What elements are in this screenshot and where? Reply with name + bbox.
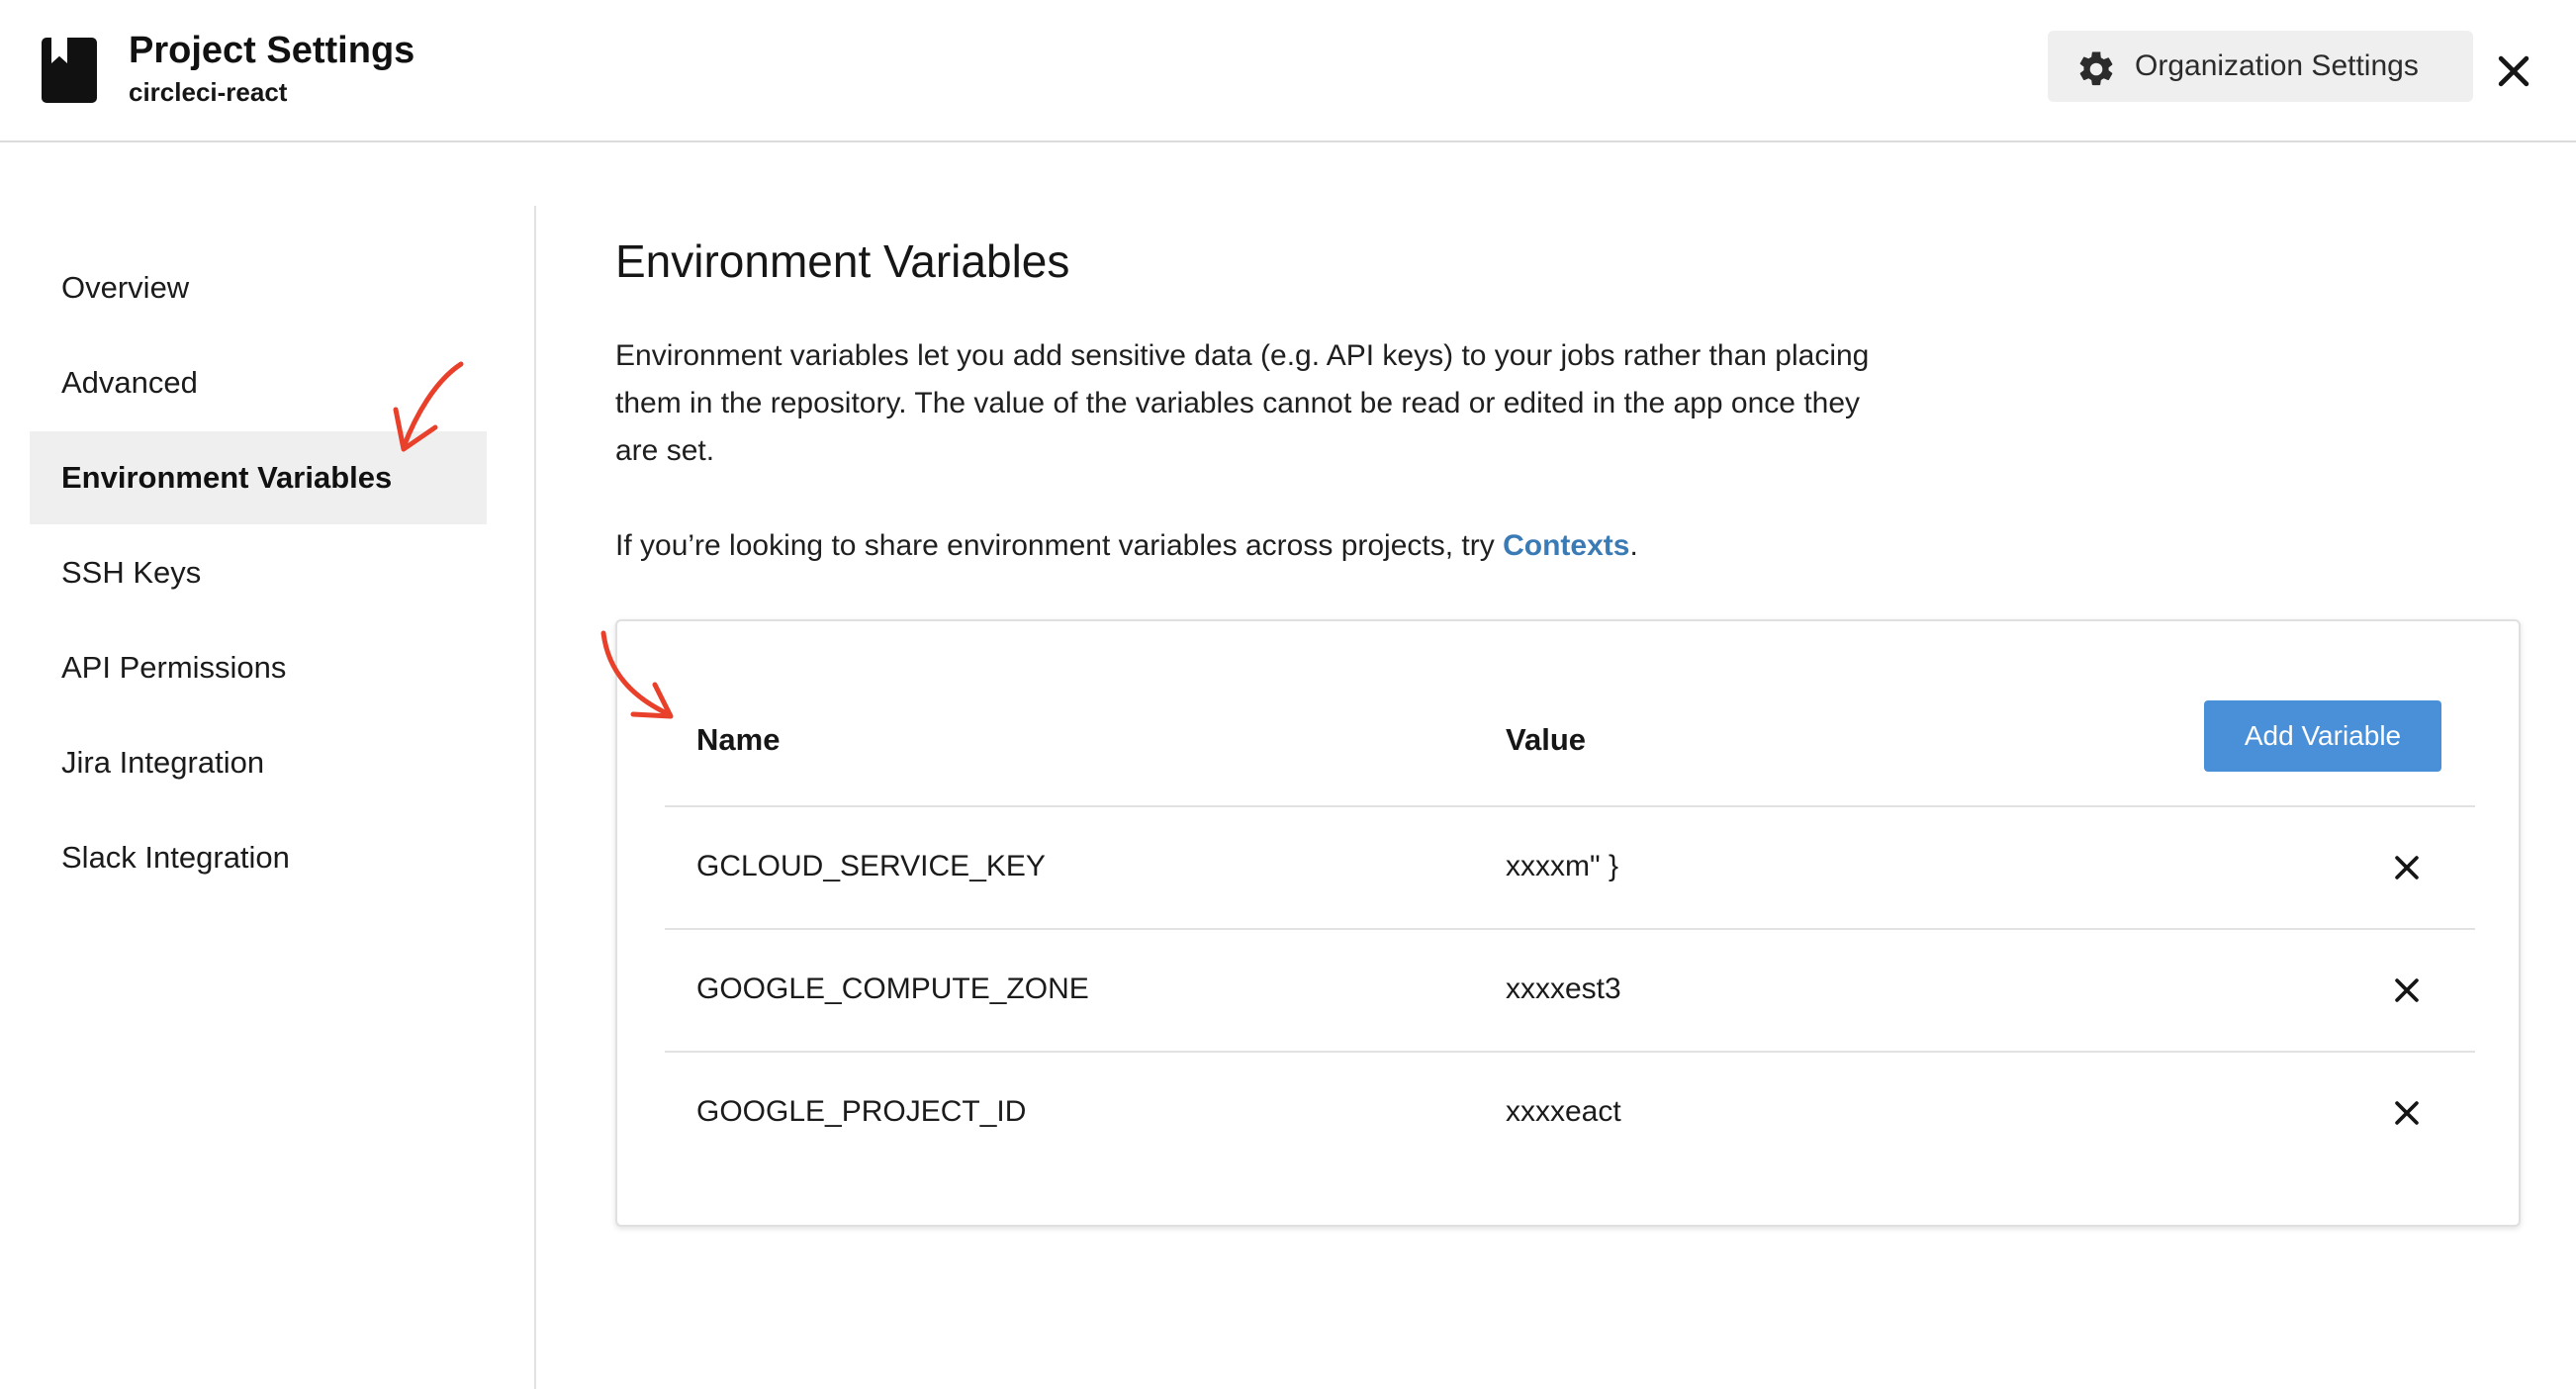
contexts-hint-suffix: .	[1629, 529, 1638, 562]
page-title: Project Settings	[129, 30, 415, 71]
column-header-value: Value	[1506, 722, 1586, 757]
variable-name: GOOGLE_COMPUTE_ZONE	[696, 972, 1089, 1005]
title-block: Project Settings circleci-react	[129, 26, 414, 109]
section-title: Environment Variables	[615, 235, 1070, 287]
bookmark-icon	[42, 38, 97, 103]
section-description: Environment variables let you add sensit…	[615, 339, 1870, 467]
bookmark-ribbon	[51, 38, 67, 63]
variable-name: GOOGLE_PROJECT_ID	[696, 1095, 1027, 1128]
sidebar-item-environment-variables[interactable]: Environment Variables	[30, 431, 487, 524]
sidebar-item-advanced[interactable]: Advanced	[30, 336, 487, 429]
table-row: GOOGLE_PROJECT_ID xxxxeact	[665, 1051, 2475, 1173]
close-icon[interactable]	[2390, 973, 2424, 1007]
contexts-hint-text: If you’re looking to share environment v…	[615, 529, 1504, 562]
sidebar-item-overview[interactable]: Overview	[30, 241, 487, 334]
add-variable-button[interactable]: Add Variable	[2204, 700, 2441, 772]
sidebar-item-slack-integration[interactable]: Slack Integration	[30, 811, 487, 904]
organization-settings-button[interactable]: Organization Settings	[2048, 31, 2473, 102]
variable-value: xxxxm" }	[1506, 850, 1618, 882]
sidebar-item-ssh-keys[interactable]: SSH Keys	[30, 526, 487, 619]
variable-value: xxxxest3	[1506, 972, 1621, 1005]
settings-sidebar: Overview Advanced Environment Variables …	[0, 142, 534, 1389]
variable-value: xxxxeact	[1506, 1095, 1621, 1128]
table-row: GOOGLE_COMPUTE_ZONE xxxxest3	[665, 928, 2475, 1051]
sidebar-item-api-permissions[interactable]: API Permissions	[30, 621, 487, 714]
app-header: Project Settings circleci-react Organiza…	[0, 0, 2576, 142]
variable-name: GCLOUD_SERVICE_KEY	[696, 850, 1046, 882]
sidebar-divider	[534, 206, 536, 1389]
close-icon[interactable]	[2492, 49, 2535, 93]
gear-icon	[2079, 51, 2113, 86]
column-header-name: Name	[696, 722, 781, 757]
project-name: circleci-react	[129, 77, 288, 107]
organization-settings-label: Organization Settings	[2135, 49, 2419, 82]
contexts-hint: If you’re looking to share environment v…	[615, 522, 1638, 570]
environment-variables-card: Name Value Add Variable GCLOUD_SERVICE_K…	[615, 619, 2521, 1227]
sidebar-item-jira-integration[interactable]: Jira Integration	[30, 716, 487, 809]
table-row: GCLOUD_SERVICE_KEY xxxxm" }	[665, 805, 2475, 928]
close-icon[interactable]	[2390, 851, 2424, 884]
close-icon[interactable]	[2390, 1096, 2424, 1130]
contexts-link[interactable]: Contexts	[1503, 529, 1629, 562]
